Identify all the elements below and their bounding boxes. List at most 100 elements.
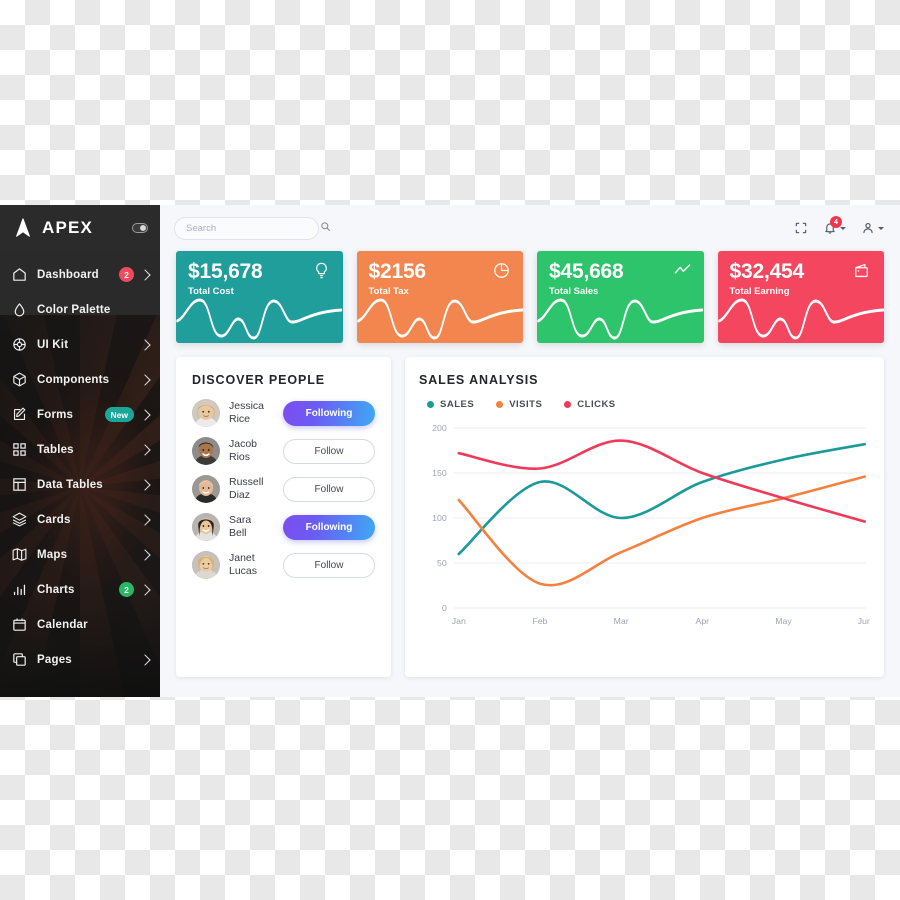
- legend-label: CLICKS: [577, 399, 616, 410]
- y-tick-label: 50: [437, 558, 447, 568]
- series-line-clicks: [457, 439, 866, 523]
- avatar: [192, 437, 220, 465]
- chevron-right-icon: [139, 548, 151, 561]
- brand-header: APEX: [0, 205, 160, 251]
- fullscreen-icon[interactable]: [794, 221, 808, 235]
- sidebar-item-forms[interactable]: Forms New: [0, 397, 160, 432]
- sidebar-item-cards[interactable]: Cards: [0, 502, 160, 537]
- follow-button[interactable]: Follow: [283, 552, 375, 578]
- layers-icon: [11, 511, 28, 528]
- follow-button[interactable]: Following: [283, 400, 375, 426]
- legend-item-clicks[interactable]: CLICKS: [564, 399, 615, 410]
- avatar: [192, 551, 220, 579]
- user-menu[interactable]: [861, 221, 884, 235]
- sidebar-item-ui-kit[interactable]: UI Kit: [0, 327, 160, 362]
- sidebar-nav: Dashboard 2 Color Palette UI Kit Compone…: [0, 251, 160, 677]
- grid-icon: [11, 441, 28, 458]
- legend-dot: [564, 401, 572, 408]
- dashboard-app: APEX Dashboard 2 Color Palette UI Kit Co…: [0, 205, 900, 697]
- legend-label: VISITS: [509, 399, 543, 410]
- stat-value: $2156: [368, 260, 427, 283]
- y-tick-label: 200: [432, 423, 447, 433]
- legend-item-sales[interactable]: SALES: [427, 399, 474, 410]
- chart-x-axis-labels: Jan Feb Mar Apr May Jun: [452, 616, 870, 626]
- discover-people-panel: DISCOVER PEOPLE Jessica Rice Following Ja…: [176, 357, 391, 677]
- chevron-down-icon: [878, 226, 884, 230]
- wheel-icon: [11, 336, 28, 353]
- sidebar-item-label: Maps: [37, 548, 68, 561]
- sidebar-item-data-tables[interactable]: Data Tables: [0, 467, 160, 502]
- sidebar: APEX Dashboard 2 Color Palette UI Kit Co…: [0, 205, 160, 697]
- sidebar-item-tables[interactable]: Tables: [0, 432, 160, 467]
- person-name: Russell Diaz: [229, 476, 264, 501]
- edit-square-icon: [11, 406, 28, 423]
- list-item: Sara Bell Following: [192, 513, 375, 541]
- follow-button[interactable]: Follow: [283, 476, 375, 502]
- pie-chart-icon: [492, 261, 511, 280]
- stat-card-total-earning[interactable]: $32,454 Total Earning: [717, 251, 884, 343]
- calendar-icon: [11, 616, 28, 633]
- sidebar-item-maps[interactable]: Maps: [0, 537, 160, 572]
- chart-y-axis-labels: 0 50 100 150 200: [432, 423, 447, 613]
- lightbulb-icon: [312, 261, 331, 280]
- x-tick-label: Jun: [858, 616, 870, 626]
- notification-count-badge: 4: [830, 216, 842, 228]
- sidebar-item-label: UI Kit: [37, 338, 69, 351]
- sidebar-item-label: Cards: [37, 513, 71, 526]
- stat-card-total-cost[interactable]: $15,678 Total Cost: [176, 251, 343, 343]
- list-item: Jessica Rice Following: [192, 399, 375, 427]
- x-tick-label: Feb: [532, 616, 547, 626]
- chevron-right-icon: [139, 583, 151, 596]
- sidebar-item-charts[interactable]: Charts 2: [0, 572, 160, 607]
- cube-icon: [11, 371, 28, 388]
- person-name: Janet Lucas: [229, 552, 258, 577]
- sparkline: [717, 298, 884, 340]
- sidebar-item-label: Tables: [37, 443, 74, 456]
- legend-item-visits[interactable]: VISITS: [496, 399, 542, 410]
- status-badge: 2: [119, 582, 134, 597]
- trend-line-icon: [673, 261, 692, 280]
- person-name: Sara Bell: [229, 514, 252, 539]
- follow-button[interactable]: Follow: [283, 438, 375, 464]
- brand-name: APEX: [42, 218, 94, 237]
- droplet-icon: [11, 301, 28, 318]
- avatar: [192, 513, 220, 541]
- sidebar-item-components[interactable]: Components: [0, 362, 160, 397]
- sparkline: [356, 298, 523, 340]
- sidebar-item-pages[interactable]: Pages: [0, 642, 160, 677]
- sidebar-item-dashboard[interactable]: Dashboard 2: [0, 257, 160, 292]
- x-tick-label: Jan: [452, 616, 466, 626]
- x-tick-label: May: [775, 616, 792, 626]
- sidebar-item-label: Color Palette: [37, 303, 111, 316]
- panel-title: SALES ANALYSIS: [419, 373, 539, 387]
- chevron-right-icon: [139, 373, 151, 386]
- status-badge: 2: [119, 267, 134, 282]
- notifications-bell[interactable]: 4: [823, 216, 846, 235]
- stat-card-total-sales[interactable]: $45,668 Total Sales: [537, 251, 704, 343]
- search-box[interactable]: [174, 216, 330, 240]
- bar-chart-icon: [11, 581, 28, 598]
- stat-card-total-tax[interactable]: $2156 Total Tax: [356, 251, 523, 343]
- legend-dot: [427, 401, 434, 408]
- y-tick-label: 100: [432, 513, 447, 523]
- sidebar-item-label: Calendar: [37, 618, 88, 631]
- new-badge: New: [104, 407, 134, 422]
- y-tick-label: 150: [432, 468, 447, 478]
- search-icon[interactable]: [320, 219, 331, 237]
- sidebar-item-color-palette[interactable]: Color Palette: [0, 292, 160, 327]
- y-tick-label: 0: [442, 603, 447, 613]
- sidebar-item-label: Pages: [37, 653, 72, 666]
- apex-logo-icon: [12, 217, 34, 239]
- chevron-down-icon: [840, 226, 846, 230]
- list-item: Jacob Rios Follow: [192, 437, 375, 465]
- home-icon: [11, 266, 28, 283]
- chart-legend: SALES VISITS CLICKS: [427, 399, 870, 410]
- chevron-right-icon: [139, 338, 151, 351]
- sidebar-item-label: Data Tables: [37, 478, 103, 491]
- map-icon: [11, 546, 28, 563]
- sidebar-item-calendar[interactable]: Calendar: [0, 607, 160, 642]
- follow-button[interactable]: Following: [283, 514, 375, 540]
- panel-title: DISCOVER PEOPLE: [192, 373, 325, 387]
- sidebar-toggle-icon[interactable]: [132, 223, 148, 233]
- search-input[interactable]: [184, 221, 320, 235]
